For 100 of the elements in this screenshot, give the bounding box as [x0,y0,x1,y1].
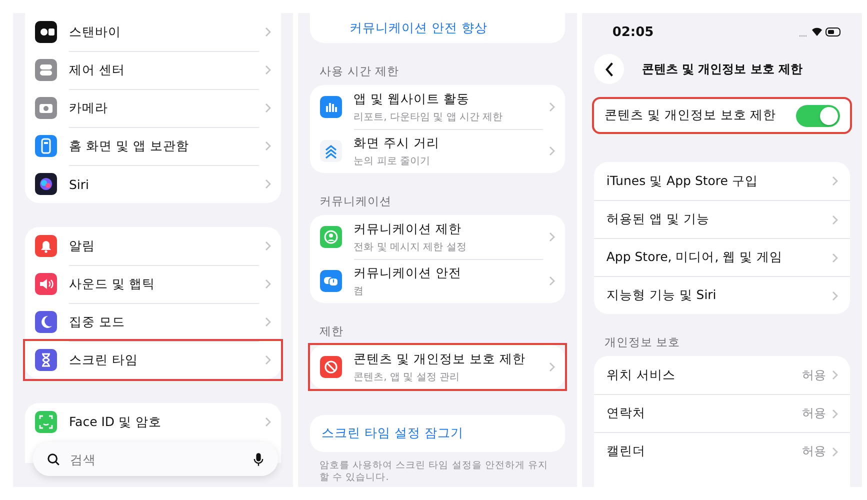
section-header: 개인정보 보호 [603,334,681,351]
settings-row[interactable]: iTunes 및 App Store 구입 [594,162,850,200]
standby-icon [35,21,57,43]
row-label: 캘린더 [606,443,646,460]
row-value: 허용 [802,405,826,422]
settings-row[interactable]: 집중 모드 [25,303,281,341]
chevron-icon [549,146,556,156]
chevron-icon [832,214,838,224]
row-label: 스크린 타임 [69,341,259,379]
row-label: 위치 서비스 [606,366,676,384]
chevron-icon [832,290,838,300]
settings-row[interactable]: 사운드 및 햅틱 [25,265,281,303]
chat-bubbles-icon [320,270,342,292]
row-label: 집중 모드 [69,303,259,341]
row-title: 콘텐츠 및 개인정보 보호 제한 [354,350,527,368]
orb-icon [35,173,57,195]
page-title: 콘텐츠 및 개인정보 보호 제한 [640,60,804,78]
settings-row[interactable]: 연락처 허용 [594,394,850,432]
row-label: 지능형 기능 및 Siri [606,287,718,304]
row-title: 커뮤니케이션 제한 [354,220,463,238]
settings-row[interactable]: 화면 주시 거리 눈의 피로 줄이기 [310,129,566,173]
search-icon [47,452,60,466]
settings-row[interactable]: Siri [25,165,281,203]
chevron-icon [264,355,271,365]
camera-icon [35,97,57,119]
hourglass-icon [35,349,57,371]
chevrons-icon [320,140,342,162]
footer-note: 암호를 사용하여 스크린 타임 설정을 안전하게 유지할 수 있습니다. [318,459,549,485]
search-input[interactable]: 검색 [68,450,245,468]
row-label: 사운드 및 햅틱 [69,265,259,303]
settings-row[interactable]: 콘텐츠 및 개인정보 보호 제한 콘텐츠, 앱 및 설정 관리 [310,345,566,389]
back-button[interactable] [594,54,624,84]
bell-icon [35,235,57,257]
row-subtitle: 켬 [354,285,365,298]
chevron-icon [264,141,271,151]
chevron-icon [832,176,838,186]
toggles-icon [35,59,57,81]
settings-row[interactable]: 알림 [25,227,281,265]
row-title: 화면 주시 거리 [354,135,441,152]
face-scan-icon [35,411,57,433]
row-label: Siri [69,165,259,203]
row-label: 홈 화면 및 앱 보관함 [69,127,259,165]
row-label: Face ID 및 암호 [69,412,162,430]
settings-row[interactable]: 커뮤니케이션 제한 전화 및 메시지 제한 설정 [310,215,566,259]
back-chevron-icon [604,62,614,76]
chevron-icon [264,103,271,113]
chevron-icon [832,408,838,418]
row-subtitle: 콘텐츠, 앱 및 설정 관리 [354,370,461,384]
row-label: App Store, 미디어, 웹 및 게임 [606,249,784,266]
chevron-icon [549,362,556,372]
chevron-icon [832,446,838,456]
row-subtitle: 전화 및 메시지 제한 설정 [354,240,468,254]
row-label: 스탠바이 [69,22,122,40]
settings-row[interactable]: 스크린 타임 [25,341,281,379]
row-label: 알림 [69,236,96,254]
settings-row[interactable]: 스탠바이 [25,13,281,51]
search-field[interactable]: 검색 [33,442,278,476]
row-label: iTunes 및 App Store 구입 [606,172,759,190]
row-value: 허용 [802,366,826,384]
person-icon [320,226,342,248]
chevron-icon [264,65,271,75]
row-label: 연락처 [606,405,646,422]
moon-icon [35,311,57,333]
row-title: 앱 및 웹사이트 활동 [354,90,471,108]
chevron-icon [832,252,838,262]
settings-row[interactable]: 카메라 [25,89,281,127]
settings-row[interactable]: 제어 센터 [25,51,281,89]
chevron-icon [832,370,838,380]
toggle-switch[interactable] [796,104,840,126]
row-title: 커뮤니케이션 안전 [354,265,463,282]
microphone-icon[interactable] [252,452,264,466]
settings-row[interactable]: 허용된 앱 및 기능 [594,200,850,238]
section-header: 사용 시간 제한 [318,63,400,80]
chevron-icon [264,179,271,189]
chevron-icon [549,276,556,286]
settings-row[interactable]: App Store, 미디어, 웹 및 게임 [594,238,850,276]
chevron-icon [264,279,271,289]
no-sign-icon [320,356,342,378]
chevron-icon [264,241,271,251]
settings-row[interactable]: 지능형 기능 및 Siri [594,276,850,314]
row-label: 허용된 앱 및 기능 [606,211,710,228]
settings-row[interactable]: 위치 서비스 허용 [594,356,850,394]
status-icons [798,26,842,38]
section-header: 제한 [318,323,345,340]
settings-row[interactable]: 캘린더 허용 [594,432,850,470]
status-time: 02:05 [612,24,654,40]
chevron-icon [264,417,271,427]
settings-row[interactable]: 홈 화면 및 앱 보관함 [25,127,281,165]
chevron-icon [264,317,271,327]
settings-row[interactable]: 커뮤니케이션 안전 켬 [310,259,566,303]
toggle-label: 콘텐츠 및 개인정보 보호 제한 [604,107,778,124]
settings-row[interactable]: Face ID 및 암호 [25,403,281,441]
section-header: 커뮤니케이션 [318,193,393,210]
row-subtitle: 눈의 피로 줄이기 [354,155,432,168]
chevron-icon [549,102,556,112]
row-label: 제어 센터 [69,51,259,89]
row-value: 허용 [802,443,826,460]
settings-row[interactable]: 앱 및 웹사이트 활동 리포트, 다운타임 및 앱 시간 제한 [310,85,566,129]
phone-grid-icon [35,135,57,157]
speaker-icon [35,273,57,295]
